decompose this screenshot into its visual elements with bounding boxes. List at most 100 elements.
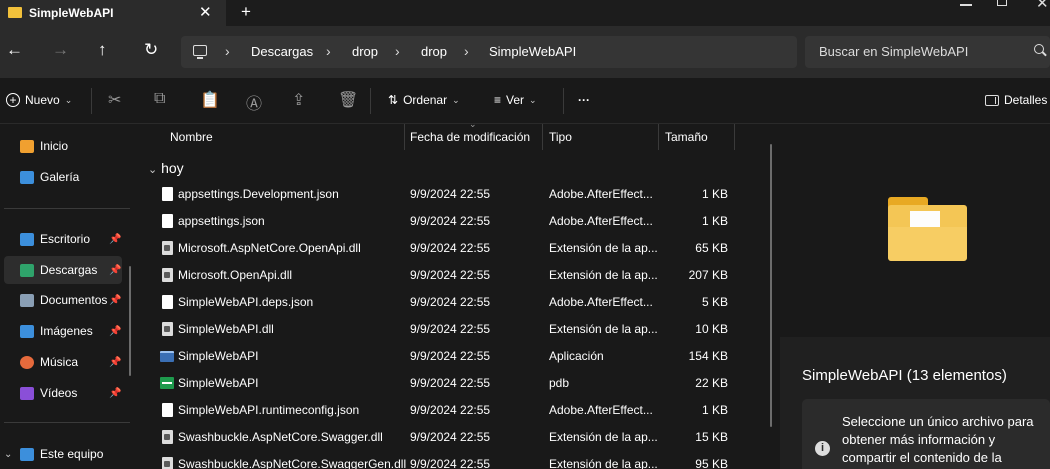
file-row[interactable]: SimpleWebAPI.runtimeconfig.json 9/9/2024 … [138, 397, 758, 424]
column-header-size[interactable]: Tamaño [665, 130, 708, 144]
cut-icon[interactable]: ✂ [108, 90, 121, 110]
file-size: 207 KB [688, 268, 728, 282]
maximize-button[interactable] [997, 0, 1007, 6]
file-icon [162, 295, 173, 309]
chevron-right-icon[interactable]: › [395, 43, 400, 59]
close-window-button[interactable]: ✕ [1036, 0, 1049, 12]
breadcrumb-drop-2[interactable]: drop [421, 44, 447, 59]
chevron-down-icon: ⌄ [452, 94, 460, 105]
column-header-name[interactable]: Nombre [170, 130, 213, 144]
navigation-bar: ← → ↑ ↻ › Descargas › drop › drop › Simp… [0, 26, 1050, 78]
sidebar-item-label: Este equipo [40, 447, 104, 461]
file-size: 154 KB [688, 349, 728, 363]
music-icon [20, 355, 34, 369]
file-row[interactable]: Swashbuckle.AspNetCore.Swagger.dll 9/9/20… [138, 424, 758, 451]
search-box[interactable]: Buscar en SimpleWebAPI [805, 36, 1050, 68]
chevron-right-icon[interactable]: › [326, 43, 331, 59]
column-header-date[interactable]: Fecha de modificación [410, 130, 530, 144]
file-row[interactable]: SimpleWebAPI.dll 9/9/2024 22:55 Extensión … [138, 316, 758, 343]
sidebar-item-documentos[interactable]: Documentos 📌 [0, 286, 124, 314]
search-input[interactable]: Buscar en SimpleWebAPI [819, 44, 968, 59]
column-divider[interactable] [404, 124, 405, 150]
breadcrumb-descargas[interactable]: Descargas [251, 44, 313, 59]
file-size: 1 KB [701, 214, 728, 228]
file-size: 15 KB [695, 430, 728, 444]
sidebar-scrollbar[interactable] [129, 266, 131, 376]
file-type: Aplicación [549, 349, 604, 363]
tab-simplewebapi[interactable]: SimpleWebAPI ✕ [0, 0, 226, 26]
sidebar-item-videos[interactable]: Vídeos 📌 [0, 379, 124, 407]
sidebar-item-label: Escritorio [40, 232, 91, 246]
up-button[interactable]: ↑ [98, 40, 107, 60]
sidebar-item-label: Música [40, 355, 79, 369]
close-tab-icon[interactable]: ✕ [199, 3, 212, 21]
file-row[interactable]: Swashbuckle.AspNetCore.SwaggerGen.dll 9/9… [138, 451, 758, 469]
file-name: Swashbuckle.AspNetCore.SwaggerGen.dll [178, 457, 407, 469]
file-row[interactable]: appsettings.json 9/9/2024 22:55 Adobe.Afte… [138, 208, 758, 235]
sidebar-item-descargas[interactable]: Descargas 📌 [4, 256, 122, 284]
file-size: 22 KB [695, 376, 728, 390]
sort-button[interactable]: ⇅ Ordenar ⌄ [388, 93, 460, 107]
details-button[interactable]: Detalles [985, 93, 1047, 107]
delete-icon[interactable]: 🗑 [338, 90, 358, 110]
file-icon [162, 187, 173, 201]
column-divider[interactable] [734, 124, 735, 150]
sidebar-item-inicio[interactable]: Inicio [0, 132, 124, 160]
file-name: appsettings.json [178, 214, 265, 228]
share-icon[interactable]: ⇪ [292, 90, 305, 110]
chevron-down-icon[interactable]: ⌄ [4, 449, 12, 460]
refresh-button[interactable]: ↻ [144, 40, 158, 60]
sidebar-item-galeria[interactable]: Galería [0, 163, 124, 191]
file-size: 5 KB [701, 295, 728, 309]
search-icon[interactable] [1034, 44, 1044, 54]
file-date: 9/9/2024 22:55 [410, 295, 491, 309]
plus-icon: + [6, 93, 20, 107]
chevron-right-icon[interactable]: › [225, 43, 230, 59]
file-name: Microsoft.AspNetCore.OpenApi.dll [178, 241, 361, 255]
file-row[interactable]: appsettings.Development.json 9/9/2024 22:… [138, 181, 758, 208]
column-header-type[interactable]: Tipo [549, 130, 572, 144]
more-options-button[interactable]: ··· [578, 93, 590, 107]
file-row[interactable]: SimpleWebAPI 9/9/2024 22:55 Aplicación 154 … [138, 343, 758, 370]
file-date: 9/9/2024 22:55 [410, 187, 491, 201]
sidebar-item-label: Imágenes [40, 324, 93, 338]
file-row[interactable]: Microsoft.OpenApi.dll 9/9/2024 22:55 Exten… [138, 262, 758, 289]
column-divider[interactable] [542, 124, 543, 150]
file-size: 65 KB [695, 241, 728, 255]
navigation-pane: Inicio Galería Escritorio 📌 Descargas 📌 … [0, 124, 138, 469]
file-row[interactable]: Microsoft.AspNetCore.OpenApi.dll 9/9/2024… [138, 235, 758, 262]
breadcrumb-simplewebapi[interactable]: SimpleWebAPI [489, 44, 576, 59]
file-type: Extensión de la ap... [549, 430, 658, 444]
view-label: Ver [506, 93, 525, 107]
new-tab-button[interactable]: + [241, 2, 251, 22]
file-size: 95 KB [695, 457, 728, 469]
file-date: 9/9/2024 22:55 [410, 268, 491, 282]
file-name: appsettings.Development.json [178, 187, 339, 201]
dll-icon [162, 241, 173, 255]
sidebar-item-musica[interactable]: Música 📌 [0, 348, 124, 376]
rename-icon[interactable]: Ⓐ [246, 90, 262, 114]
file-row[interactable]: SimpleWebAPI.deps.json 9/9/2024 22:55 Adob… [138, 289, 758, 316]
view-button[interactable]: ≡ Ver ⌄ [494, 93, 537, 107]
file-row[interactable]: SimpleWebAPI 9/9/2024 22:55 pdb 22 KB [138, 370, 758, 397]
breadcrumb-drop[interactable]: drop [352, 44, 378, 59]
paste-icon[interactable]: 📋 [200, 90, 220, 110]
home-icon [20, 139, 34, 153]
sidebar-item-escritorio[interactable]: Escritorio 📌 [0, 225, 124, 253]
forward-button[interactable]: → [52, 40, 69, 60]
file-type: Adobe.AfterEffect... [549, 295, 653, 309]
file-list-scrollbar[interactable] [770, 144, 772, 427]
address-bar[interactable]: › Descargas › drop › drop › SimpleWebAPI [181, 36, 797, 68]
new-button[interactable]: + Nuevo ⌄ [6, 93, 72, 107]
column-divider[interactable] [658, 124, 659, 150]
back-button[interactable]: ← [6, 40, 23, 60]
sidebar-item-label: Vídeos [40, 386, 78, 400]
chevron-right-icon[interactable]: › [464, 43, 469, 59]
sidebar-item-imagenes[interactable]: Imágenes 📌 [0, 317, 124, 345]
group-header[interactable]: ⌄ hoy [148, 160, 184, 176]
copy-icon[interactable]: ⧉ [154, 90, 165, 108]
minimize-button[interactable] [960, 4, 972, 6]
sidebar-item-este-equipo[interactable]: ⌄ Este equipo [0, 440, 124, 468]
download-icon [20, 263, 34, 277]
file-date: 9/9/2024 22:55 [410, 430, 491, 444]
